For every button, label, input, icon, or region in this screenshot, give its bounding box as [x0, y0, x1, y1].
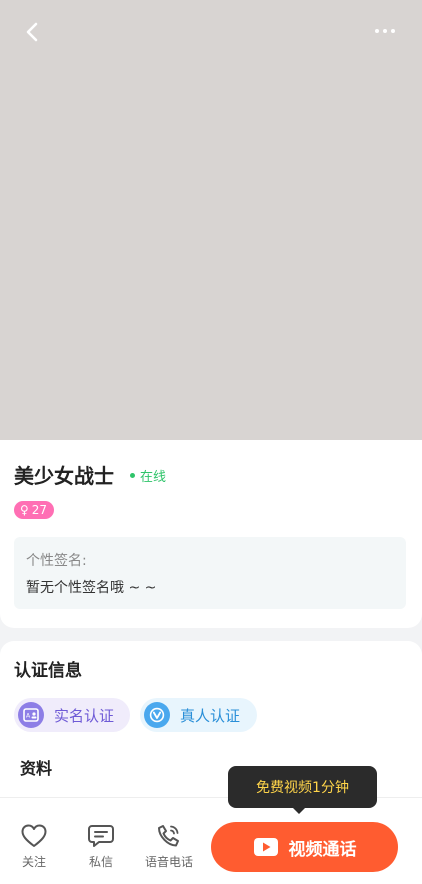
online-status-text: 在线 — [140, 470, 167, 485]
online-status: 在线 — [130, 466, 166, 485]
female-icon: ♀ — [20, 503, 29, 517]
profile-card: 美少女战士 在线 ♀ 27 个性签名: 暂无个性签名哦 ~ ~ — [0, 440, 422, 628]
age-value: 27 — [31, 503, 48, 517]
real-name-verification-label: 实名认证 — [54, 706, 115, 725]
id-card-icon: A — [18, 702, 44, 728]
signature-text: 暂无个性签名哦 ~ ~ — [26, 580, 157, 596]
top-bar — [0, 14, 422, 50]
verification-title: 认证信息 — [14, 661, 82, 681]
profile-info-title: 资料 — [20, 759, 53, 778]
follow-label: 关注 — [21, 855, 46, 869]
message-button[interactable]: 私信 — [84, 823, 118, 870]
phone-icon — [158, 825, 179, 847]
svg-text:A: A — [26, 713, 31, 720]
tooltip-tail — [292, 807, 306, 814]
more-dots-icon — [375, 29, 379, 33]
signature-label: 个性签名: — [26, 553, 87, 569]
follow-button[interactable]: 关注 — [18, 823, 50, 870]
real-person-verification-label: 真人认证 — [180, 706, 241, 725]
real-name-verification-badge[interactable]: A 实名认证 — [14, 698, 130, 732]
back-button[interactable] — [18, 18, 46, 46]
video-call-button[interactable]: 视频通话 — [211, 822, 398, 872]
chevron-left-icon — [26, 22, 38, 42]
chat-bubble-icon — [88, 825, 114, 847]
more-dots-icon — [383, 29, 387, 33]
profile-photo[interactable] — [0, 0, 422, 440]
profile-name: 美少女战士 — [14, 464, 114, 488]
voice-call-button[interactable]: 语音电话 — [140, 823, 198, 870]
heart-icon — [21, 824, 47, 847]
more-dots-icon — [391, 29, 395, 33]
verified-v-icon — [144, 702, 170, 728]
more-button[interactable] — [370, 24, 400, 38]
message-label: 私信 — [88, 855, 113, 869]
video-camera-icon — [253, 838, 278, 856]
gender-age-badge: ♀ 27 — [14, 501, 55, 519]
free-video-tooltip: 免费视频1分钟 — [228, 766, 377, 808]
voice-call-label: 语音电话 — [144, 855, 193, 869]
online-dot-icon — [130, 473, 135, 478]
signature-box: 个性签名: 暂无个性签名哦 ~ ~ — [14, 537, 406, 609]
real-person-verification-badge[interactable]: 真人认证 — [140, 698, 257, 732]
video-call-label: 视频通话 — [288, 839, 357, 860]
